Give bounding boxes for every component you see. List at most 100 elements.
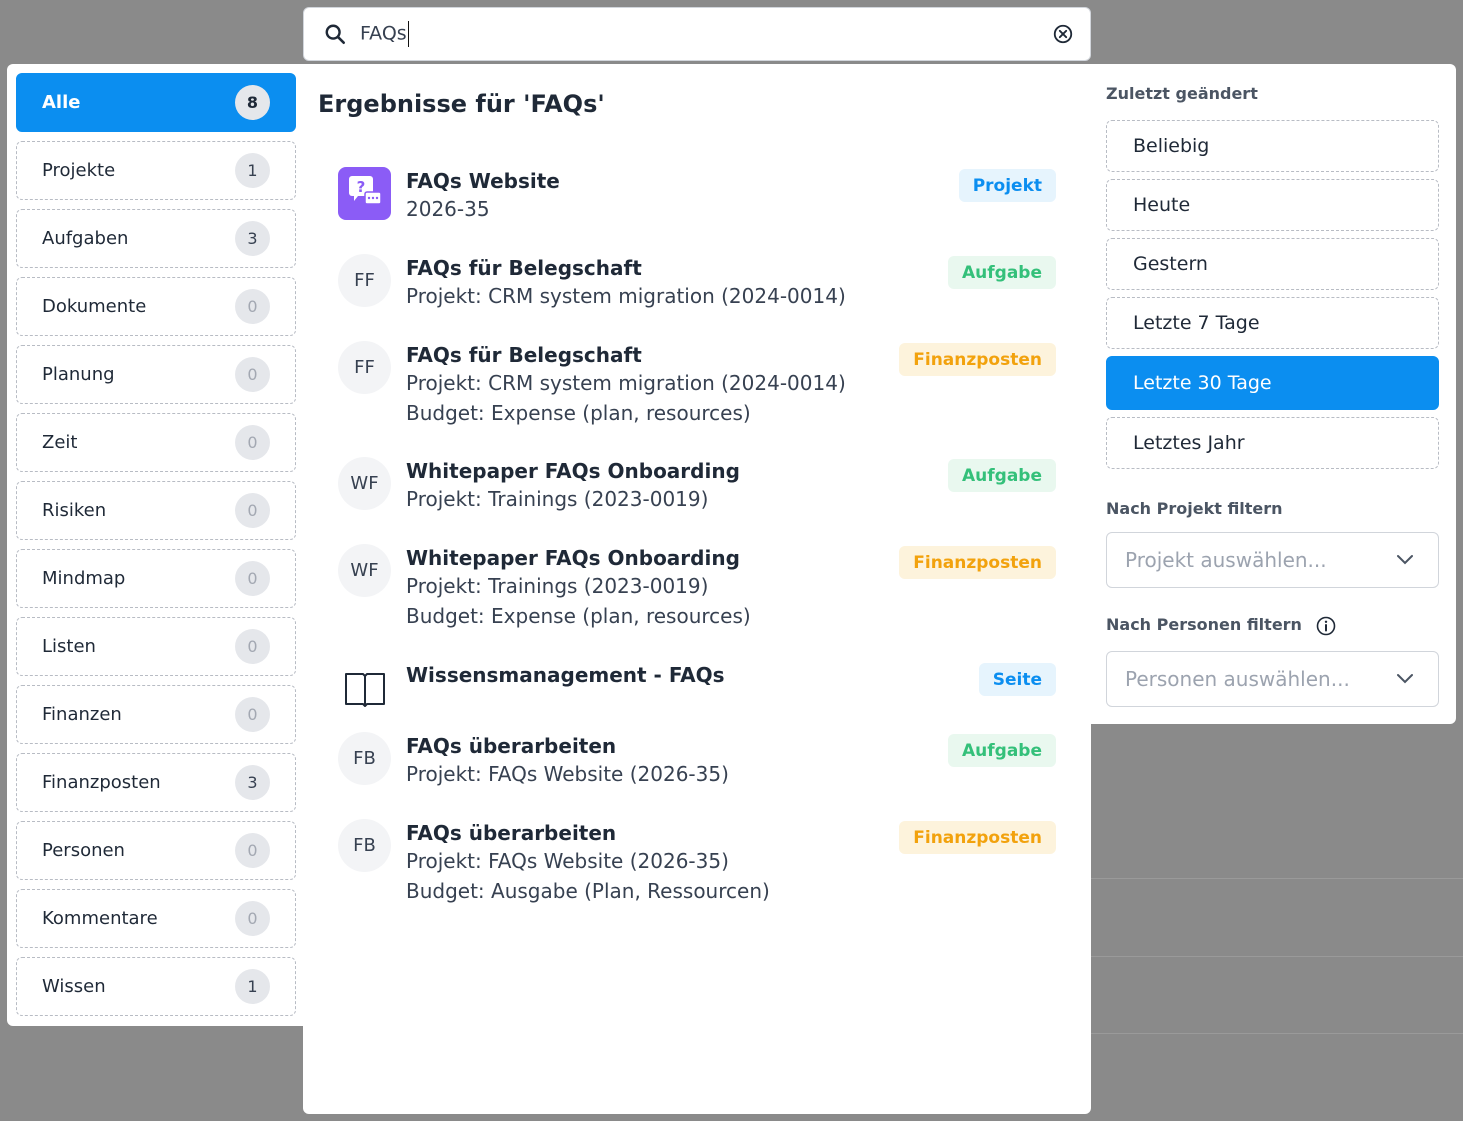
category-label: Finanzposten	[42, 772, 161, 793]
result-subtitle: Projekt: Trainings (2023-0019)	[406, 574, 709, 598]
category-projekte[interactable]: Projekte 1	[16, 141, 296, 200]
category-planung[interactable]: Planung 0	[16, 345, 296, 404]
result-item[interactable]: FB FAQs überarbeiten Projekt: FAQs Websi…	[338, 819, 1056, 909]
avatar: FF	[338, 341, 391, 394]
project-select-placeholder: Projekt auswählen...	[1125, 548, 1327, 572]
result-subtitle: Projekt: FAQs Website (2026-35)	[406, 762, 729, 786]
category-label: Dokumente	[42, 296, 147, 317]
result-title: FAQs überarbeiten	[406, 821, 617, 845]
results-panel: Ergebnisse für 'FAQs' ? FAQs Website 202…	[303, 64, 1091, 1114]
category-personen[interactable]: Personen 0	[16, 821, 296, 880]
result-item[interactable]: Wissensmanagement - FAQs Seite	[338, 661, 1056, 711]
results-heading: Ergebnisse für 'FAQs'	[318, 90, 605, 118]
result-subtitle: Budget: Ausgabe (Plan, Ressourcen)	[406, 879, 770, 903]
category-label: Personen	[42, 840, 125, 861]
date-option-letzte-7-tage[interactable]: Letzte 7 Tage	[1106, 297, 1439, 349]
category-count: 0	[235, 425, 270, 460]
result-title: FAQs überarbeiten	[406, 734, 617, 758]
category-count: 1	[235, 153, 270, 188]
avatar: FB	[338, 732, 391, 785]
type-badge: Aufgabe	[948, 459, 1056, 492]
result-title: FAQs für Belegschaft	[406, 256, 642, 280]
book-icon	[338, 661, 391, 714]
result-item[interactable]: ? FAQs Website 2026-35 Projekt	[338, 167, 1056, 227]
filter-panel: Zuletzt geändert Beliebig Heute Gestern …	[1091, 64, 1456, 724]
chevron-down-icon	[1397, 674, 1413, 684]
category-label: Alle	[42, 92, 81, 113]
avatar: WF	[338, 457, 391, 510]
result-item[interactable]: WF Whitepaper FAQs Onboarding Projekt: T…	[338, 544, 1056, 634]
type-badge: Projekt	[958, 169, 1056, 202]
category-count: 1	[235, 969, 270, 1004]
faq-chat-icon: ?	[338, 167, 391, 220]
category-listen[interactable]: Listen 0	[16, 617, 296, 676]
result-title: Whitepaper FAQs Onboarding	[406, 546, 740, 570]
category-finanzen[interactable]: Finanzen 0	[16, 685, 296, 744]
type-badge: Finanzposten	[899, 821, 1056, 854]
date-option-beliebig[interactable]: Beliebig	[1106, 120, 1439, 172]
type-badge: Aufgabe	[948, 256, 1056, 289]
background-divider	[1091, 1033, 1463, 1034]
category-label: Finanzen	[42, 704, 122, 725]
people-select-placeholder: Personen auswählen...	[1125, 667, 1350, 691]
result-subtitle: Projekt: CRM system migration (2024-0014…	[406, 371, 846, 395]
text-caret	[407, 21, 409, 47]
result-title: FAQs für Belegschaft	[406, 343, 642, 367]
category-count: 0	[235, 561, 270, 596]
category-count: 3	[235, 221, 270, 256]
people-filter-header: Nach Personen filtern	[1106, 615, 1336, 636]
date-option-heute[interactable]: Heute	[1106, 179, 1439, 231]
result-item[interactable]: WF Whitepaper FAQs Onboarding Projekt: T…	[338, 457, 1056, 517]
modified-filter-label: Zuletzt geändert	[1106, 84, 1258, 103]
project-filter-label: Nach Projekt filtern	[1106, 499, 1283, 518]
category-mindmap[interactable]: Mindmap 0	[16, 549, 296, 608]
category-risiken[interactable]: Risiken 0	[16, 481, 296, 540]
category-wissen[interactable]: Wissen 1	[16, 957, 296, 1016]
date-option-letzte-30-tage[interactable]: Letzte 30 Tage	[1106, 356, 1439, 410]
result-subtitle: Projekt: CRM system migration (2024-0014…	[406, 284, 846, 308]
date-option-letztes-jahr[interactable]: Letztes Jahr	[1106, 417, 1439, 469]
people-filter-label: Nach Personen filtern	[1106, 615, 1302, 634]
category-sidebar: Alle 8 Projekte 1 Aufgaben 3 Dokumente 0 Pla…	[7, 64, 303, 1026]
avatar: FF	[338, 254, 391, 307]
people-select[interactable]: Personen auswählen...	[1106, 651, 1439, 707]
search-input[interactable]: FAQs	[360, 21, 1052, 47]
clear-circle-icon[interactable]	[1052, 23, 1074, 45]
date-option-gestern[interactable]: Gestern	[1106, 238, 1439, 290]
type-badge: Finanzposten	[899, 546, 1056, 579]
category-count: 8	[235, 85, 270, 120]
category-kommentare[interactable]: Kommentare 0	[16, 889, 296, 948]
category-finanzposten[interactable]: Finanzposten 3	[16, 753, 296, 812]
info-icon[interactable]	[1316, 616, 1336, 636]
result-item[interactable]: FF FAQs für Belegschaft Projekt: CRM sys…	[338, 254, 1056, 314]
result-item[interactable]: FF FAQs für Belegschaft Projekt: CRM sys…	[338, 341, 1056, 431]
category-count: 3	[235, 765, 270, 800]
category-label: Mindmap	[42, 568, 126, 589]
category-dokumente[interactable]: Dokumente 0	[16, 277, 296, 336]
category-label: Zeit	[42, 432, 78, 453]
background-divider	[1091, 878, 1463, 879]
type-badge: Aufgabe	[948, 734, 1056, 767]
category-label: Kommentare	[42, 908, 158, 929]
search-bar[interactable]: FAQs	[303, 7, 1091, 61]
type-badge: Finanzposten	[899, 343, 1056, 376]
category-label: Risiken	[42, 500, 107, 521]
category-zeit[interactable]: Zeit 0	[16, 413, 296, 472]
search-icon	[325, 24, 345, 44]
category-label: Planung	[42, 364, 115, 385]
background-divider	[1091, 956, 1463, 957]
result-subtitle: Budget: Expense (plan, resources)	[406, 401, 751, 425]
project-select[interactable]: Projekt auswählen...	[1106, 532, 1439, 588]
result-subtitle: Projekt: Trainings (2023-0019)	[406, 487, 709, 511]
category-alle[interactable]: Alle 8	[16, 73, 296, 132]
category-label: Listen	[42, 636, 96, 657]
result-title: FAQs Website	[406, 169, 560, 193]
category-count: 0	[235, 357, 270, 392]
category-count: 0	[235, 289, 270, 324]
category-count: 0	[235, 833, 270, 868]
svg-text:?: ?	[357, 178, 366, 196]
category-count: 0	[235, 901, 270, 936]
result-item[interactable]: FB FAQs überarbeiten Projekt: FAQs Websi…	[338, 732, 1056, 792]
category-aufgaben[interactable]: Aufgaben 3	[16, 209, 296, 268]
chevron-down-icon	[1397, 555, 1413, 565]
